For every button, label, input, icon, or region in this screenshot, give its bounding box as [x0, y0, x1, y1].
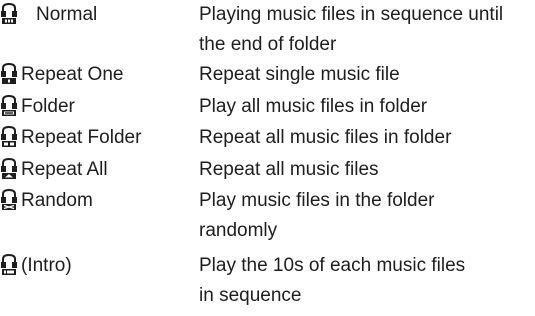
repeat-mode-random-icon [0, 189, 18, 211]
mode-label: (Intro) [21, 255, 72, 276]
mode-description: Repeat all music files in folder [199, 123, 535, 153]
mode-cell: Repeat All [0, 155, 200, 185]
mode-label: Repeat All [21, 159, 108, 180]
mode-cell: Folder [0, 92, 200, 122]
description-line: Play music files in the folder [199, 190, 435, 211]
mode-label: Repeat Folder [21, 127, 142, 148]
repeat-mode-folder-icon [0, 95, 18, 117]
mode-description: Play the 10s of each music files in sequ… [199, 251, 535, 311]
mode-label: Random [21, 190, 93, 211]
play-mode-table: Normal Playing music files in sequence u… [0, 0, 535, 316]
description-line: Playing music files in sequence until [199, 4, 504, 25]
repeat-mode-all-icon [0, 158, 18, 180]
mode-description: Repeat single music file [199, 60, 535, 90]
description-line: the end of folder [199, 34, 337, 55]
mode-description: Play music files in the folder randomly [199, 186, 535, 246]
description-line: Repeat all music files in folder [199, 127, 452, 148]
mode-label: Normal [36, 4, 98, 25]
repeat-mode-normal-icon [0, 3, 18, 25]
mode-cell: Repeat One [0, 60, 200, 90]
mode-description: Playing music files in sequence until th… [199, 0, 535, 60]
description-line: Repeat all music files [199, 159, 379, 180]
repeat-mode-repeat-folder-icon [0, 126, 18, 148]
description-line: Repeat single music file [199, 64, 400, 85]
description-line: randomly [199, 220, 278, 241]
repeat-mode-intro-icon [0, 254, 18, 276]
mode-label: Folder [21, 96, 75, 117]
description-line: Play all music files in folder [199, 96, 428, 117]
description-line: Play the 10s of each music files [199, 255, 466, 276]
description-line: in sequence [199, 285, 302, 306]
mode-description: Play all music files in folder [199, 92, 535, 122]
mode-cell: (Intro) [0, 251, 200, 281]
mode-cell: Normal [0, 0, 200, 30]
mode-description: Repeat all music files [199, 155, 535, 185]
mode-cell: Random [0, 186, 200, 216]
mode-cell: Repeat Folder [0, 123, 200, 153]
mode-label: Repeat One [21, 64, 124, 85]
repeat-mode-one-icon [0, 63, 18, 85]
